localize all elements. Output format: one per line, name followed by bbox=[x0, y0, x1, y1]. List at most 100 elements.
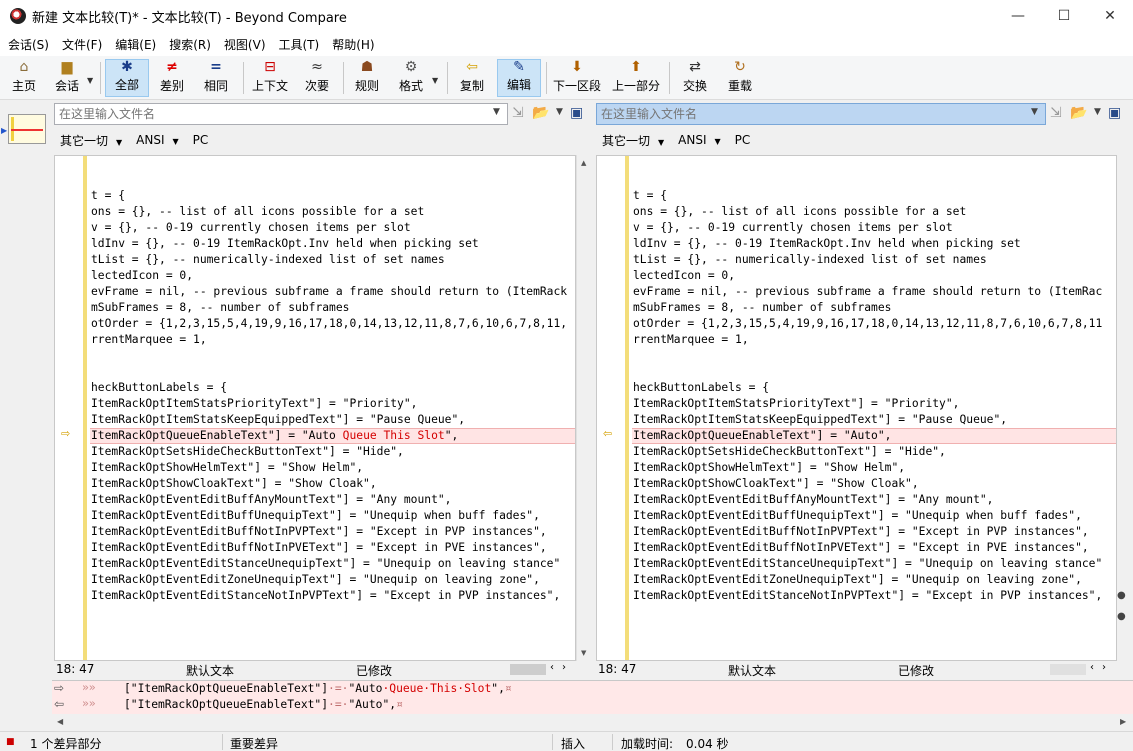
code-line[interactable] bbox=[90, 364, 575, 380]
code-line[interactable]: ItemRackOptEventEditStanceNotInPVPText"]… bbox=[632, 588, 1116, 604]
code-line[interactable] bbox=[90, 348, 575, 364]
edit-button[interactable]: ✎ 编辑 bbox=[497, 59, 541, 97]
code-line[interactable]: ItemRackOptShowHelmText"] = "Show Helm", bbox=[632, 460, 1116, 476]
menu-session[interactable]: 会话(S) bbox=[3, 36, 54, 53]
show-diffs-button[interactable]: ≠ 差别 bbox=[155, 59, 189, 97]
diff-code-line[interactable]: ItemRackOptQueueEnableText"] = "Auto", bbox=[632, 428, 1116, 444]
code-line[interactable]: ItemRackOptEventEditBuffNotInPVPText"] =… bbox=[632, 524, 1116, 540]
scroll-left-icon[interactable]: ‹ bbox=[1090, 662, 1094, 673]
code-line[interactable]: v = {}, -- 0-19 currently chosen items p… bbox=[632, 220, 1116, 236]
right-diff-arrow-icon[interactable]: ⇦ bbox=[603, 427, 612, 440]
code-line[interactable]: ItemRackOptItemStatsPriorityText"] = "Pr… bbox=[632, 396, 1116, 412]
maximize-button[interactable]: ☐ bbox=[1041, 0, 1087, 32]
code-line[interactable]: ItemRackOptEventEditBuffUnequipText"] = … bbox=[632, 508, 1116, 524]
code-line[interactable]: mSubFrames = 8, -- number of subframes bbox=[90, 300, 575, 316]
code-line[interactable]: ItemRackOptShowCloakText"] = "Show Cloak… bbox=[90, 476, 575, 492]
code-line[interactable]: evFrame = nil, -- previous subframe a fr… bbox=[632, 284, 1116, 300]
code-line[interactable]: tList = {}, -- numerically-indexed list … bbox=[90, 252, 575, 268]
menu-file[interactable]: 文件(F) bbox=[57, 36, 107, 53]
session-dropdown-icon[interactable]: ▼ bbox=[87, 76, 93, 85]
code-line[interactable]: mSubFrames = 8, -- number of subframes bbox=[632, 300, 1116, 316]
code-line[interactable]: lectedIcon = 0, bbox=[632, 268, 1116, 284]
menu-search[interactable]: 搜索(R) bbox=[164, 36, 216, 53]
code-line[interactable]: ItemRackOptEventEditBuffAnyMountText"] =… bbox=[632, 492, 1116, 508]
left-code-area[interactable]: t = {ons = {}, -- list of all icons poss… bbox=[90, 156, 575, 660]
show-all-button[interactable]: ✱ 全部 bbox=[105, 59, 149, 97]
code-line[interactable]: ItemRackOptEventEditBuffUnequipText"] = … bbox=[90, 508, 575, 524]
left-lineend-label[interactable]: PC bbox=[193, 133, 209, 147]
code-line[interactable]: t = { bbox=[90, 188, 575, 204]
next-section-button[interactable]: ⬇ 下一区段 bbox=[551, 59, 603, 97]
overview-thumbnail[interactable] bbox=[8, 114, 46, 144]
code-line[interactable]: ItemRackOptShowCloakText"] = "Show Cloak… bbox=[632, 476, 1116, 492]
scroll-right-icon[interactable]: › bbox=[1102, 662, 1106, 673]
code-line[interactable] bbox=[90, 172, 575, 188]
context-button[interactable]: ⊟ 上下文 bbox=[249, 59, 291, 97]
left-path-input[interactable] bbox=[54, 103, 508, 125]
code-line[interactable]: ItemRackOptShowHelmText"] = "Show Helm", bbox=[90, 460, 575, 476]
code-line[interactable]: tList = {}, -- numerically-indexed list … bbox=[632, 252, 1116, 268]
format-button[interactable]: ⚙ 格式 bbox=[394, 59, 428, 97]
code-line[interactable]: ItemRackOptEventEditStanceNotInPVPText"]… bbox=[90, 588, 575, 604]
left-horizontal-scroll-thumb[interactable] bbox=[510, 664, 546, 675]
copy-button[interactable]: ⇦ 复制 bbox=[454, 59, 490, 97]
code-line[interactable]: ons = {}, -- list of all icons possible … bbox=[90, 204, 575, 220]
code-line[interactable]: ldInv = {}, -- 0-19 ItemRackOpt.Inv held… bbox=[90, 236, 575, 252]
scroll-right-icon[interactable]: › bbox=[562, 662, 566, 673]
code-line[interactable]: ItemRackOptEventEditZoneUnequipText"] = … bbox=[90, 572, 575, 588]
code-line[interactable]: ItemRackOptItemStatsKeepEquippedText"] =… bbox=[90, 412, 575, 428]
session-button[interactable]: ▆ 会话 bbox=[48, 59, 86, 97]
left-folder-dropdown-icon[interactable]: ▼ bbox=[556, 107, 563, 117]
code-line[interactable]: t = { bbox=[632, 188, 1116, 204]
code-line[interactable]: ItemRackOptSetsHideCheckButtonText"] = "… bbox=[90, 444, 575, 460]
home-button[interactable]: ⌂ 主页 bbox=[6, 59, 42, 97]
right-type-dropdown[interactable]: 其它一切 ▼ bbox=[602, 132, 664, 149]
code-line[interactable]: heckButtonLabels = { bbox=[90, 380, 575, 396]
left-path-dropdown-icon[interactable]: ▼ bbox=[493, 107, 500, 117]
code-line[interactable]: otOrder = {1,2,3,15,5,4,19,9,16,17,18,0,… bbox=[632, 316, 1116, 332]
right-horizontal-scroll-thumb[interactable] bbox=[1050, 664, 1086, 675]
scroll-down-icon[interactable]: ▼ bbox=[581, 649, 586, 657]
compare-line-left[interactable]: ⇨ »» ["ItemRackOptQueueEnableText"]·=·"A… bbox=[52, 680, 1133, 697]
right-folder-dropdown-icon[interactable]: ▼ bbox=[1094, 107, 1101, 117]
code-line[interactable]: ItemRackOptEventEditStanceUnequipText"] … bbox=[632, 556, 1116, 572]
right-encoding-dropdown[interactable]: ANSI ▼ bbox=[678, 133, 721, 147]
code-line[interactable]: ItemRackOptSetsHideCheckButtonText"] = "… bbox=[632, 444, 1116, 460]
left-open-folder-icon[interactable]: 📂 bbox=[532, 105, 549, 121]
code-line[interactable]: ItemRackOptEventEditBuffNotInPVPText"] =… bbox=[90, 524, 575, 540]
right-save-icon[interactable]: ▣ bbox=[1108, 105, 1121, 121]
menu-tools[interactable]: 工具(T) bbox=[274, 36, 325, 53]
prev-section-button[interactable]: ⬆ 上一部分 bbox=[610, 59, 662, 97]
code-line[interactable]: heckButtonLabels = { bbox=[632, 380, 1116, 396]
scroll-up-icon[interactable]: ▲ bbox=[581, 159, 586, 167]
right-lineend-label[interactable]: PC bbox=[735, 133, 751, 147]
menu-help[interactable]: 帮助(H) bbox=[327, 36, 379, 53]
left-diff-arrow-icon[interactable]: ⇨ bbox=[61, 427, 70, 440]
code-line[interactable]: evFrame = nil, -- previous subframe a fr… bbox=[90, 284, 575, 300]
diff-code-line[interactable]: ItemRackOptQueueEnableText"] = "Auto Que… bbox=[90, 428, 575, 444]
code-line[interactable]: otOrder = {1,2,3,15,5,4,19,9,16,17,18,0,… bbox=[90, 316, 575, 332]
code-line[interactable] bbox=[632, 348, 1116, 364]
code-line[interactable]: ItemRackOptItemStatsPriorityText"] = "Pr… bbox=[90, 396, 575, 412]
left-refresh-icon[interactable]: ⇲ bbox=[512, 105, 524, 121]
code-line[interactable]: ItemRackOptEventEditBuffNotInPVEText"] =… bbox=[90, 540, 575, 556]
scroll-left-icon[interactable]: ◀ bbox=[57, 717, 63, 726]
code-line[interactable] bbox=[632, 172, 1116, 188]
show-same-button[interactable]: = 相同 bbox=[199, 59, 233, 97]
code-line[interactable]: ons = {}, -- list of all icons possible … bbox=[632, 204, 1116, 220]
code-line[interactable]: v = {}, -- 0-19 currently chosen items p… bbox=[90, 220, 575, 236]
compare-horizontal-scrollbar[interactable]: ◀ ▶ bbox=[52, 714, 1133, 731]
right-code-area[interactable]: t = {ons = {}, -- list of all icons poss… bbox=[632, 156, 1116, 660]
right-open-folder-icon[interactable]: 📂 bbox=[1070, 105, 1087, 121]
left-editor-pane[interactable]: ⇨ t = {ons = {}, -- list of all icons po… bbox=[54, 155, 576, 661]
right-path-dropdown-icon[interactable]: ▼ bbox=[1031, 107, 1038, 117]
code-line[interactable] bbox=[632, 156, 1116, 172]
code-line[interactable]: lectedIcon = 0, bbox=[90, 268, 575, 284]
right-refresh-icon[interactable]: ⇲ bbox=[1050, 105, 1062, 121]
code-line[interactable] bbox=[632, 364, 1116, 380]
left-save-icon[interactable]: ▣ bbox=[570, 105, 583, 121]
reload-button[interactable]: ↻ 重载 bbox=[722, 59, 758, 97]
code-line[interactable]: ItemRackOptEventEditZoneUnequipText"] = … bbox=[632, 572, 1116, 588]
code-line[interactable]: ItemRackOptEventEditStanceUnequipText"] … bbox=[90, 556, 575, 572]
code-line[interactable]: ItemRackOptItemStatsKeepEquippedText"] =… bbox=[632, 412, 1116, 428]
